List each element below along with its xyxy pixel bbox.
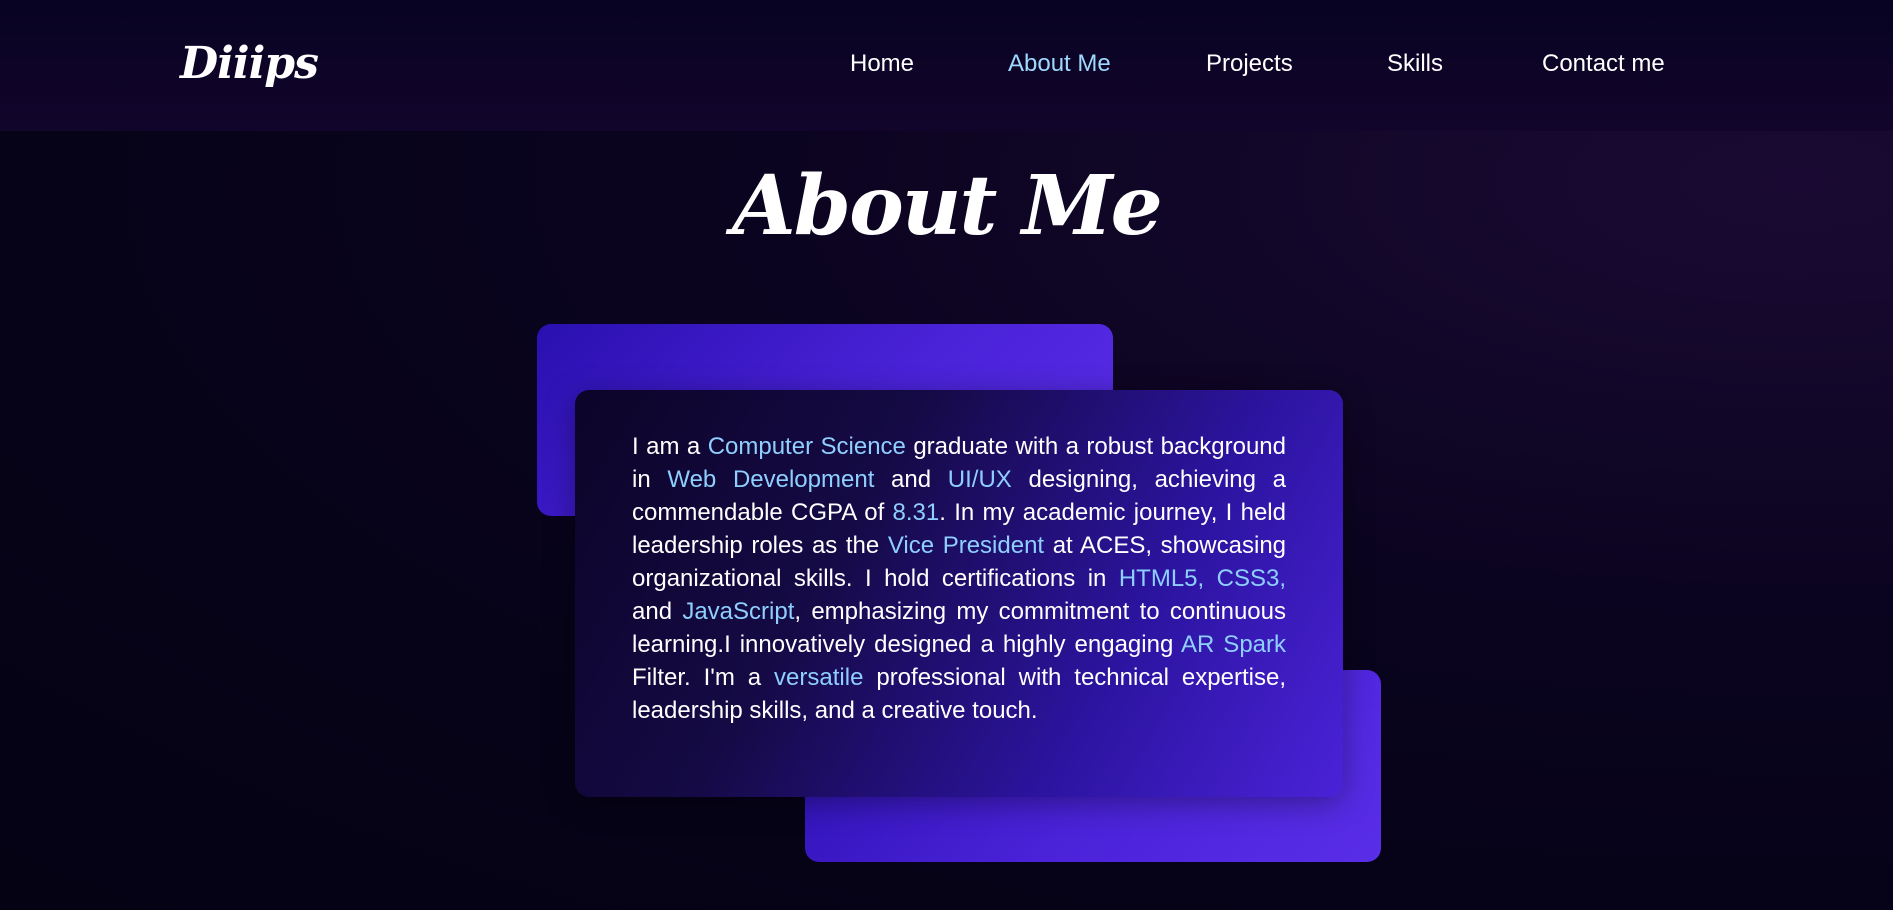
highlight-html5: HTML5, (1118, 565, 1205, 592)
about-text-1: I am a (632, 433, 708, 460)
about-text-8: and (632, 598, 683, 625)
page-title: About Me (732, 158, 1163, 254)
site-logo[interactable]: Diiips (180, 38, 319, 89)
nav-link-home[interactable]: Home (850, 50, 914, 78)
highlight-vice-president: Vice President (887, 532, 1045, 559)
highlight-web-development: Web Development (667, 466, 875, 493)
about-card: I am a Computer Science graduate with a … (575, 390, 1343, 797)
nav-link-skills[interactable]: Skills (1387, 50, 1443, 78)
about-text-3: and (874, 466, 948, 493)
highlight-versatile: versatile (774, 664, 864, 691)
about-paragraph: I am a Computer Science graduate with a … (632, 430, 1286, 727)
highlight-ar-spark: AR Spark (1180, 631, 1287, 658)
about-text-7 (1204, 565, 1216, 592)
nav-link-projects[interactable]: Projects (1206, 50, 1293, 78)
highlight-computer-science: Computer Science (707, 433, 906, 460)
highlight-cgpa: 8.31 (892, 499, 940, 526)
navbar: Diiips Home About Me Projects Skills Con… (0, 0, 1893, 131)
highlight-css3: CSS3, (1216, 565, 1286, 592)
highlight-ui-ux: UI/UX (947, 466, 1012, 493)
nav-link-contact-me[interactable]: Contact me (1542, 50, 1665, 78)
nav-link-about-me[interactable]: About Me (1008, 50, 1111, 78)
highlight-javascript: JavaScript (682, 598, 795, 625)
about-text-10: Filter. I'm a (632, 664, 775, 691)
